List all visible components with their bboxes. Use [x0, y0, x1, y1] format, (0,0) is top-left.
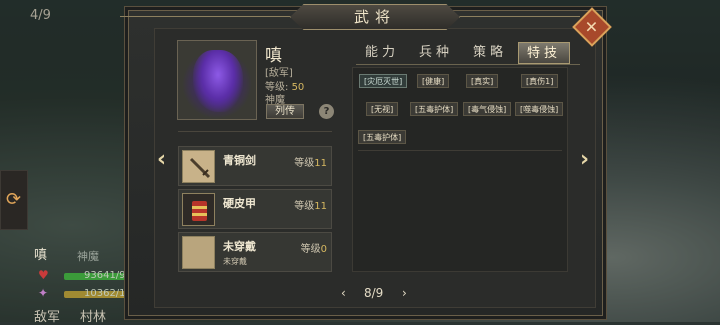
- equipment-slot-accessory[interactable]: 未穿戴 未穿戴 等级0: [178, 232, 332, 272]
- skills-panel: [352, 67, 568, 272]
- equipment-level: 等级0: [301, 240, 327, 255]
- skill-badge[interactable]: [噬毒侵蚀]: [515, 102, 564, 116]
- equipment-level-value: 11: [314, 158, 327, 169]
- mp-text: 10362/10: [84, 288, 132, 299]
- skill-badge[interactable]: [真实]: [466, 74, 499, 88]
- equipment-level-value: 0: [320, 244, 327, 255]
- close-icon: ✕: [585, 17, 599, 37]
- tab-skills[interactable]: 特技: [518, 42, 570, 64]
- panel-title: 武将: [353, 8, 396, 26]
- equipment-name: 硬皮甲: [223, 197, 256, 210]
- section-divider: [178, 131, 332, 132]
- unit-terrain: 村林: [80, 310, 107, 325]
- skill-badge[interactable]: [灾厄灭世]: [359, 74, 408, 88]
- skill-badge[interactable]: [毒气侵蚀]: [463, 102, 512, 116]
- armor-icon: [182, 193, 215, 226]
- page-prev-button[interactable]: ‹: [341, 286, 346, 300]
- tab-bar: 能力 兵种 策略 特技: [356, 42, 570, 64]
- biography-button[interactable]: 列传: [266, 104, 304, 119]
- skill-badge[interactable]: [五毒护体]: [410, 102, 459, 116]
- tab-troops[interactable]: 兵种: [410, 42, 462, 64]
- hero-faction: [敌军]: [265, 68, 293, 79]
- mp-icon: ✦: [38, 286, 49, 300]
- skill-badge[interactable]: [真伤1]: [521, 74, 559, 88]
- tab-strategy[interactable]: 策略: [464, 42, 516, 64]
- equipment-name: 未穿戴: [223, 240, 256, 253]
- empty-slot-icon: [182, 236, 215, 269]
- page-counter: 4/9: [30, 8, 51, 23]
- equipment-slot-weapon[interactable]: 青铜剑 等级11: [178, 146, 332, 186]
- equipment-level-label: 等级: [294, 201, 315, 212]
- equipment-level: 等级11: [294, 154, 327, 169]
- page-next-button[interactable]: ›: [402, 286, 407, 300]
- title-ornament-right: [460, 16, 580, 17]
- equipment-level-label: 等级: [294, 158, 315, 169]
- skill-badge[interactable]: [无视]: [366, 102, 399, 116]
- skill-badge[interactable]: [健康]: [417, 74, 450, 88]
- equipment-name: 青铜剑: [223, 154, 256, 167]
- hero-name: 嗔: [265, 46, 282, 66]
- tab-underline: [356, 64, 580, 65]
- tab-ability[interactable]: 能力: [356, 42, 408, 64]
- unit-name: 嗔: [34, 248, 48, 263]
- skill-badge[interactable]: [五毒护体]: [358, 130, 407, 144]
- title-ornament-left: [120, 16, 290, 17]
- unit-faction: 敌军: [34, 310, 61, 325]
- ghost-figure-icon: [193, 50, 243, 112]
- page-indicator: 8/9: [364, 286, 384, 300]
- side-menu-tab[interactable]: ⟳: [0, 170, 28, 230]
- help-button[interactable]: ?: [319, 104, 334, 119]
- unit-type: 神魔: [77, 250, 100, 263]
- heart-icon: ♥: [38, 268, 49, 282]
- hero-level-value: 50: [291, 82, 305, 93]
- equipment-status: 未穿戴: [223, 257, 247, 266]
- hp-text: 93641/98: [84, 270, 132, 281]
- equipment-level-value: 11: [314, 201, 327, 212]
- refresh-icon: ⟳: [6, 189, 22, 210]
- next-hero-arrow[interactable]: ›: [580, 147, 589, 172]
- sword-icon: [182, 150, 215, 183]
- equipment-slot-armor[interactable]: 硬皮甲 等级11: [178, 189, 332, 229]
- prev-hero-arrow[interactable]: ‹: [157, 147, 166, 172]
- equipment-level-label: 等级: [300, 244, 321, 255]
- skills-separator: [358, 150, 562, 151]
- equipment-level: 等级11: [294, 197, 327, 212]
